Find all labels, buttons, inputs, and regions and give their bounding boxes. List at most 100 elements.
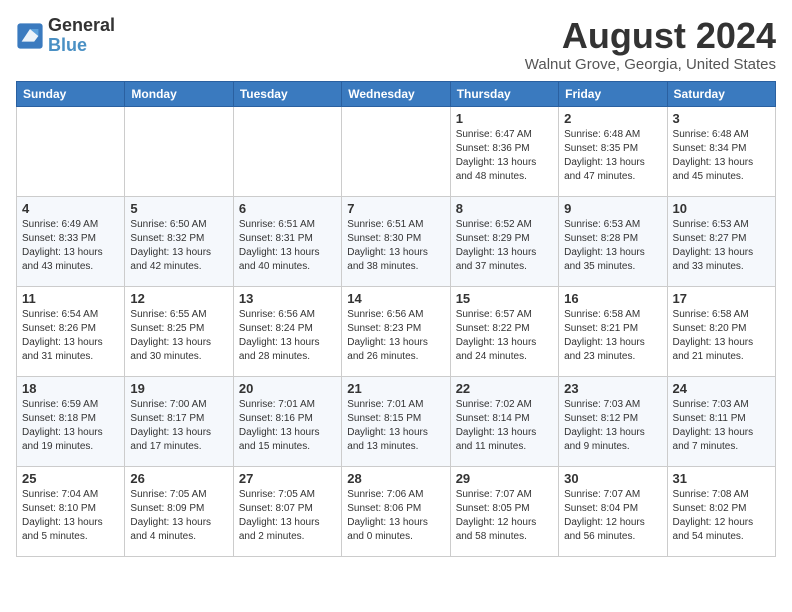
day-info: Sunrise: 7:08 AM Sunset: 8:02 PM Dayligh… bbox=[673, 488, 770, 544]
day-number: 14 bbox=[347, 291, 444, 306]
day-number: 10 bbox=[673, 201, 770, 216]
day-number: 3 bbox=[673, 111, 770, 126]
day-info: Sunrise: 6:53 AM Sunset: 8:27 PM Dayligh… bbox=[673, 218, 770, 274]
day-number: 28 bbox=[347, 471, 444, 486]
day-number: 12 bbox=[130, 291, 227, 306]
calendar-week-row: 4Sunrise: 6:49 AM Sunset: 8:33 PM Daylig… bbox=[17, 196, 776, 286]
day-number: 6 bbox=[239, 201, 336, 216]
calendar-cell: 18Sunrise: 6:59 AM Sunset: 8:18 PM Dayli… bbox=[17, 376, 125, 466]
page-header: General Blue August 2024 Walnut Grove, G… bbox=[16, 16, 776, 73]
calendar-cell: 6 Sunrise: 6:51 AM Sunset: 8:31 PM Daylig… bbox=[233, 196, 341, 286]
calendar-week-row: 11 Sunrise: 6:54 AM Sunset: 8:26 PM Dayli… bbox=[17, 286, 776, 376]
day-number: 11 bbox=[22, 291, 119, 306]
calendar-cell: 17 Sunrise: 6:58 AM Sunset: 8:20 PM Dayli… bbox=[667, 286, 775, 376]
column-header-friday: Friday bbox=[559, 81, 667, 106]
day-info: Sunrise: 7:01 AM Sunset: 8:16 PM Dayligh… bbox=[239, 398, 336, 454]
calendar-cell: 1 Sunrise: 6:47 AM Sunset: 8:36 PM Daylig… bbox=[450, 106, 558, 196]
calendar-cell: 7Sunrise: 6:51 AM Sunset: 8:30 PM Daylig… bbox=[342, 196, 450, 286]
day-info: Sunrise: 7:07 AM Sunset: 8:04 PM Dayligh… bbox=[564, 488, 661, 544]
calendar-cell: 25 Sunrise: 7:04 AM Sunset: 8:10 PM Dayli… bbox=[17, 466, 125, 556]
calendar-cell: 5 Sunrise: 6:50 AM Sunset: 8:32 PM Daylig… bbox=[125, 196, 233, 286]
calendar-cell: 23Sunrise: 7:03 AM Sunset: 8:12 PM Dayli… bbox=[559, 376, 667, 466]
day-number: 13 bbox=[239, 291, 336, 306]
calendar-cell: 26 Sunrise: 7:05 AM Sunset: 8:09 PM Dayli… bbox=[125, 466, 233, 556]
calendar-cell: 16Sunrise: 6:58 AM Sunset: 8:21 PM Dayli… bbox=[559, 286, 667, 376]
day-number: 19 bbox=[130, 381, 227, 396]
calendar-cell: 20 Sunrise: 7:01 AM Sunset: 8:16 PM Dayli… bbox=[233, 376, 341, 466]
day-info: Sunrise: 6:58 AM Sunset: 8:20 PM Dayligh… bbox=[673, 308, 770, 364]
calendar-cell: 10 Sunrise: 6:53 AM Sunset: 8:27 PM Dayli… bbox=[667, 196, 775, 286]
page-title: August 2024 bbox=[525, 16, 776, 56]
day-info: Sunrise: 6:53 AM Sunset: 8:28 PM Dayligh… bbox=[564, 218, 661, 274]
day-number: 29 bbox=[456, 471, 553, 486]
calendar-cell: 31Sunrise: 7:08 AM Sunset: 8:02 PM Dayli… bbox=[667, 466, 775, 556]
calendar-cell: 24 Sunrise: 7:03 AM Sunset: 8:11 PM Dayli… bbox=[667, 376, 775, 466]
day-info: Sunrise: 6:51 AM Sunset: 8:31 PM Dayligh… bbox=[239, 218, 336, 274]
day-info: Sunrise: 6:48 AM Sunset: 8:34 PM Dayligh… bbox=[673, 128, 770, 184]
day-info: Sunrise: 7:00 AM Sunset: 8:17 PM Dayligh… bbox=[130, 398, 227, 454]
day-number: 24 bbox=[673, 381, 770, 396]
calendar-cell: 27Sunrise: 7:05 AM Sunset: 8:07 PM Dayli… bbox=[233, 466, 341, 556]
day-number: 27 bbox=[239, 471, 336, 486]
calendar-cell: 30 Sunrise: 7:07 AM Sunset: 8:04 PM Dayli… bbox=[559, 466, 667, 556]
calendar-cell: 14 Sunrise: 6:56 AM Sunset: 8:23 PM Dayli… bbox=[342, 286, 450, 376]
calendar-cell: 12 Sunrise: 6:55 AM Sunset: 8:25 PM Dayli… bbox=[125, 286, 233, 376]
day-info: Sunrise: 6:55 AM Sunset: 8:25 PM Dayligh… bbox=[130, 308, 227, 364]
day-info: Sunrise: 7:01 AM Sunset: 8:15 PM Dayligh… bbox=[347, 398, 444, 454]
calendar-cell: 21 Sunrise: 7:01 AM Sunset: 8:15 PM Dayli… bbox=[342, 376, 450, 466]
column-header-thursday: Thursday bbox=[450, 81, 558, 106]
day-number: 26 bbox=[130, 471, 227, 486]
day-info: Sunrise: 7:05 AM Sunset: 8:09 PM Dayligh… bbox=[130, 488, 227, 544]
calendar-cell: 3 Sunrise: 6:48 AM Sunset: 8:34 PM Daylig… bbox=[667, 106, 775, 196]
calendar-cell bbox=[125, 106, 233, 196]
day-number: 2 bbox=[564, 111, 661, 126]
calendar-week-row: 25 Sunrise: 7:04 AM Sunset: 8:10 PM Dayli… bbox=[17, 466, 776, 556]
calendar-cell bbox=[17, 106, 125, 196]
day-info: Sunrise: 6:57 AM Sunset: 8:22 PM Dayligh… bbox=[456, 308, 553, 364]
calendar-week-row: 1 Sunrise: 6:47 AM Sunset: 8:36 PM Daylig… bbox=[17, 106, 776, 196]
day-number: 30 bbox=[564, 471, 661, 486]
column-header-saturday: Saturday bbox=[667, 81, 775, 106]
calendar-cell: 4Sunrise: 6:49 AM Sunset: 8:33 PM Daylig… bbox=[17, 196, 125, 286]
day-info: Sunrise: 6:51 AM Sunset: 8:30 PM Dayligh… bbox=[347, 218, 444, 274]
day-number: 20 bbox=[239, 381, 336, 396]
column-header-sunday: Sunday bbox=[17, 81, 125, 106]
day-info: Sunrise: 7:04 AM Sunset: 8:10 PM Dayligh… bbox=[22, 488, 119, 544]
day-info: Sunrise: 6:58 AM Sunset: 8:21 PM Dayligh… bbox=[564, 308, 661, 364]
day-number: 8 bbox=[456, 201, 553, 216]
column-header-wednesday: Wednesday bbox=[342, 81, 450, 106]
day-number: 21 bbox=[347, 381, 444, 396]
calendar-cell: 22Sunrise: 7:02 AM Sunset: 8:14 PM Dayli… bbox=[450, 376, 558, 466]
day-info: Sunrise: 7:03 AM Sunset: 8:11 PM Dayligh… bbox=[673, 398, 770, 454]
calendar-cell: 9Sunrise: 6:53 AM Sunset: 8:28 PM Daylig… bbox=[559, 196, 667, 286]
title-block: August 2024 Walnut Grove, Georgia, Unite… bbox=[525, 16, 776, 73]
calendar-cell bbox=[233, 106, 341, 196]
day-number: 23 bbox=[564, 381, 661, 396]
calendar-cell: 19 Sunrise: 7:00 AM Sunset: 8:17 PM Dayli… bbox=[125, 376, 233, 466]
logo-icon bbox=[16, 22, 44, 50]
calendar-cell: 8 Sunrise: 6:52 AM Sunset: 8:29 PM Daylig… bbox=[450, 196, 558, 286]
day-info: Sunrise: 6:49 AM Sunset: 8:33 PM Dayligh… bbox=[22, 218, 119, 274]
day-info: Sunrise: 6:56 AM Sunset: 8:23 PM Dayligh… bbox=[347, 308, 444, 364]
calendar-cell: 15 Sunrise: 6:57 AM Sunset: 8:22 PM Dayli… bbox=[450, 286, 558, 376]
column-header-monday: Monday bbox=[125, 81, 233, 106]
day-number: 15 bbox=[456, 291, 553, 306]
day-info: Sunrise: 7:02 AM Sunset: 8:14 PM Dayligh… bbox=[456, 398, 553, 454]
day-info: Sunrise: 6:54 AM Sunset: 8:26 PM Dayligh… bbox=[22, 308, 119, 364]
calendar-cell: 29Sunrise: 7:07 AM Sunset: 8:05 PM Dayli… bbox=[450, 466, 558, 556]
day-info: Sunrise: 6:50 AM Sunset: 8:32 PM Dayligh… bbox=[130, 218, 227, 274]
calendar-header-row: SundayMondayTuesdayWednesdayThursdayFrid… bbox=[17, 81, 776, 106]
column-header-tuesday: Tuesday bbox=[233, 81, 341, 106]
day-number: 25 bbox=[22, 471, 119, 486]
day-info: Sunrise: 6:52 AM Sunset: 8:29 PM Dayligh… bbox=[456, 218, 553, 274]
day-number: 5 bbox=[130, 201, 227, 216]
day-number: 17 bbox=[673, 291, 770, 306]
day-number: 18 bbox=[22, 381, 119, 396]
day-info: Sunrise: 6:47 AM Sunset: 8:36 PM Dayligh… bbox=[456, 128, 553, 184]
day-info: Sunrise: 6:56 AM Sunset: 8:24 PM Dayligh… bbox=[239, 308, 336, 364]
calendar-cell: 11 Sunrise: 6:54 AM Sunset: 8:26 PM Dayli… bbox=[17, 286, 125, 376]
calendar-cell: 2Sunrise: 6:48 AM Sunset: 8:35 PM Daylig… bbox=[559, 106, 667, 196]
logo-line2: Blue bbox=[48, 36, 115, 56]
day-number: 1 bbox=[456, 111, 553, 126]
day-info: Sunrise: 7:06 AM Sunset: 8:06 PM Dayligh… bbox=[347, 488, 444, 544]
